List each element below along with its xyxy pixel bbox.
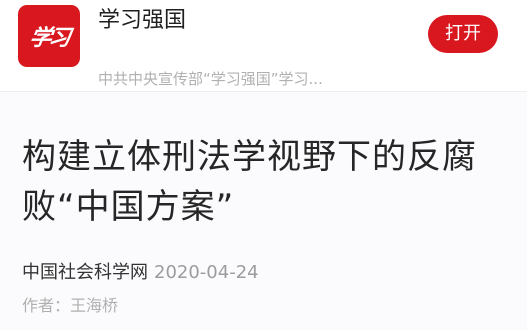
article-meta: 中国社会科学网 2020-04-24	[22, 260, 259, 286]
app-logo-text: 学习	[27, 25, 70, 51]
app-description: 中共中央宣传部“学习强国”学习...	[98, 70, 323, 88]
open-app-button[interactable]: 打开	[428, 15, 498, 53]
article-date: 2020-04-24	[154, 262, 259, 283]
app-name: 学习强国	[98, 8, 187, 33]
article-author: 作者：王海桥	[22, 296, 119, 315]
article-source[interactable]: 中国社会科学网	[22, 262, 148, 283]
article-title: 构建立体刑法学视野下的反腐败“中国方案”	[22, 137, 477, 227]
app-logo[interactable]: 学习	[18, 5, 80, 67]
app-download-banner: 学习 学习强国 中共中央宣传部“学习强国”学习... 打开	[0, 0, 527, 92]
